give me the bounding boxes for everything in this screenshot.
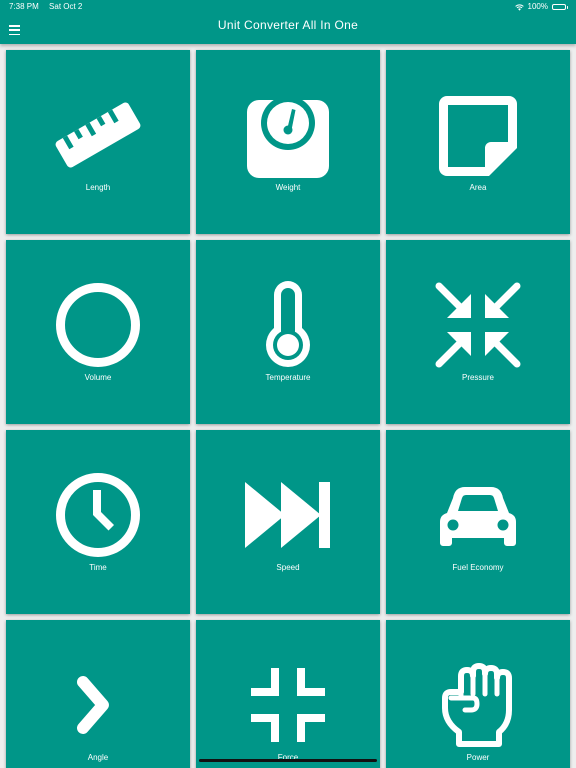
wifi-icon [514,3,524,11]
category-tile-temperature[interactable]: Temperature [196,240,380,424]
category-tile-volume[interactable]: Volume [6,240,190,424]
fast-forward-icon [245,482,330,548]
category-tile-pressure[interactable]: Pressure [386,240,570,424]
category-tile-length[interactable]: Length [6,50,190,234]
thermometer-icon [266,281,310,367]
fist-icon [442,663,512,747]
category-label: Pressure [461,373,494,382]
chevron-right-icon [77,676,109,734]
status-left: 7:38 PM Sat Oct 2 [9,0,90,14]
status-date: Sat Oct 2 [49,2,83,11]
category-tile-fuel-economy[interactable]: Fuel Economy [386,430,570,614]
home-indicator[interactable] [199,759,377,762]
category-tile-force[interactable]: Force [196,620,380,768]
status-time: 7:38 PM [9,2,39,11]
compress-arrows-icon [435,282,521,368]
app-screen: 7:38 PM Sat Oct 2 100% Unit Converter Al… [0,0,576,768]
battery-icon [552,4,568,10]
category-label: Length [85,183,111,192]
battery-percent: 100% [527,2,548,11]
circle-icon [56,283,140,367]
app-title: Unit Converter All In One [217,18,359,32]
category-label: Area [469,183,487,192]
category-tile-power[interactable]: Power [386,620,570,768]
car-icon [440,487,516,546]
category-label: Weight [275,183,301,192]
category-grid: Length Weight Area Volume Temperature Pr… [6,50,572,768]
category-tile-time[interactable]: Time [6,430,190,614]
category-tile-speed[interactable]: Speed [196,430,380,614]
category-label: Temperature [265,373,311,382]
category-tile-angle[interactable]: Angle [6,620,190,768]
status-bar: 7:38 PM Sat Oct 2 100% [0,0,576,14]
category-label: Fuel Economy [452,563,504,572]
category-tile-weight[interactable]: Weight [196,50,380,234]
category-label: Volume [84,373,112,382]
app-bar: 7:38 PM Sat Oct 2 100% Unit Converter Al… [0,0,576,44]
ruler-icon [55,102,141,168]
fullscreen-exit-icon [251,668,325,742]
category-label: Speed [276,563,300,572]
category-tile-area[interactable]: Area [386,50,570,234]
clock-icon [56,473,140,557]
category-label: Angle [87,753,109,762]
note-icon [439,96,517,176]
category-label: Time [89,563,107,572]
status-right: 100% [514,0,568,14]
scale-icon [247,96,329,178]
category-label: Power [466,753,490,762]
